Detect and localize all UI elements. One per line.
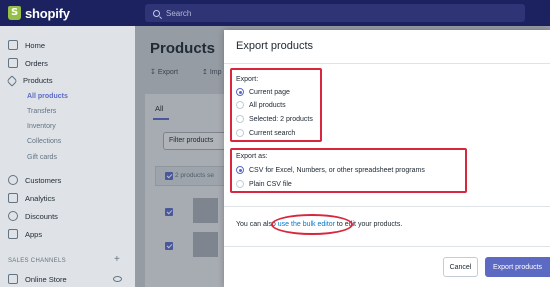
modal-title: Export products bbox=[236, 40, 314, 52]
eye-icon[interactable] bbox=[113, 276, 122, 282]
sidebar-item-customers[interactable]: Customers bbox=[8, 175, 61, 185]
sidebar-subitem-gift-cards[interactable]: Gift cards bbox=[27, 154, 57, 161]
modal-footer-divider bbox=[224, 246, 550, 247]
customers-icon bbox=[8, 175, 18, 185]
sidebar-subitem-transfers[interactable]: Transfers bbox=[27, 108, 56, 115]
export-scope-highlight bbox=[230, 68, 322, 142]
add-channel-icon[interactable]: + bbox=[114, 254, 120, 265]
home-icon bbox=[8, 40, 18, 50]
sidebar-item-analytics[interactable]: Analytics bbox=[8, 193, 55, 203]
sidebar-item-label: Discounts bbox=[25, 211, 58, 221]
cancel-button[interactable]: Cancel bbox=[443, 257, 478, 277]
sidebar-subitem-all-products[interactable]: All products bbox=[27, 93, 68, 100]
shopify-logo[interactable]: shopify bbox=[0, 6, 135, 21]
discounts-icon bbox=[8, 211, 18, 221]
sidebar: Home Orders Products All products Transf… bbox=[0, 26, 135, 287]
sidebar-subitem-collections[interactable]: Collections bbox=[27, 138, 61, 145]
sidebar-item-apps[interactable]: Apps bbox=[8, 229, 42, 239]
sidebar-item-online-store[interactable]: Online Store bbox=[8, 274, 67, 284]
search-placeholder: Search bbox=[166, 8, 192, 18]
sidebar-item-label: Apps bbox=[25, 229, 43, 239]
export-products-button[interactable]: Export products bbox=[485, 257, 550, 277]
analytics-icon bbox=[8, 193, 18, 203]
sidebar-item-products[interactable]: Products bbox=[6, 74, 53, 87]
sidebar-item-orders[interactable]: Orders bbox=[8, 58, 48, 68]
apps-icon bbox=[8, 229, 18, 239]
sidebar-item-home[interactable]: Home bbox=[8, 40, 45, 50]
sidebar-item-discounts[interactable]: Discounts bbox=[8, 211, 58, 221]
export-products-modal: Export products Export: Current page All… bbox=[224, 30, 550, 287]
tag-icon bbox=[6, 74, 18, 87]
export-format-highlight bbox=[230, 148, 467, 193]
sidebar-item-label: Products bbox=[23, 76, 53, 85]
brand-name: shopify bbox=[25, 5, 70, 21]
sidebar-item-label: Orders bbox=[25, 58, 48, 68]
bulk-editor-highlight bbox=[271, 214, 353, 235]
shopify-bag-icon bbox=[8, 6, 21, 20]
modal-header-divider bbox=[224, 63, 550, 64]
orders-icon bbox=[8, 58, 18, 68]
search-icon bbox=[153, 9, 160, 17]
sidebar-item-label: Home bbox=[25, 40, 46, 50]
sidebar-item-label: Online Store bbox=[25, 274, 67, 284]
sidebar-item-label: Customers bbox=[25, 175, 62, 185]
sidebar-item-label: Analytics bbox=[25, 193, 56, 203]
sales-channels-heading: SALES CHANNELS bbox=[8, 258, 66, 264]
modal-section-divider bbox=[224, 206, 550, 207]
store-icon bbox=[8, 274, 18, 284]
search-input[interactable]: Search bbox=[145, 4, 525, 22]
top-bar: shopify Search bbox=[0, 0, 550, 26]
sidebar-subitem-inventory[interactable]: Inventory bbox=[27, 123, 56, 130]
